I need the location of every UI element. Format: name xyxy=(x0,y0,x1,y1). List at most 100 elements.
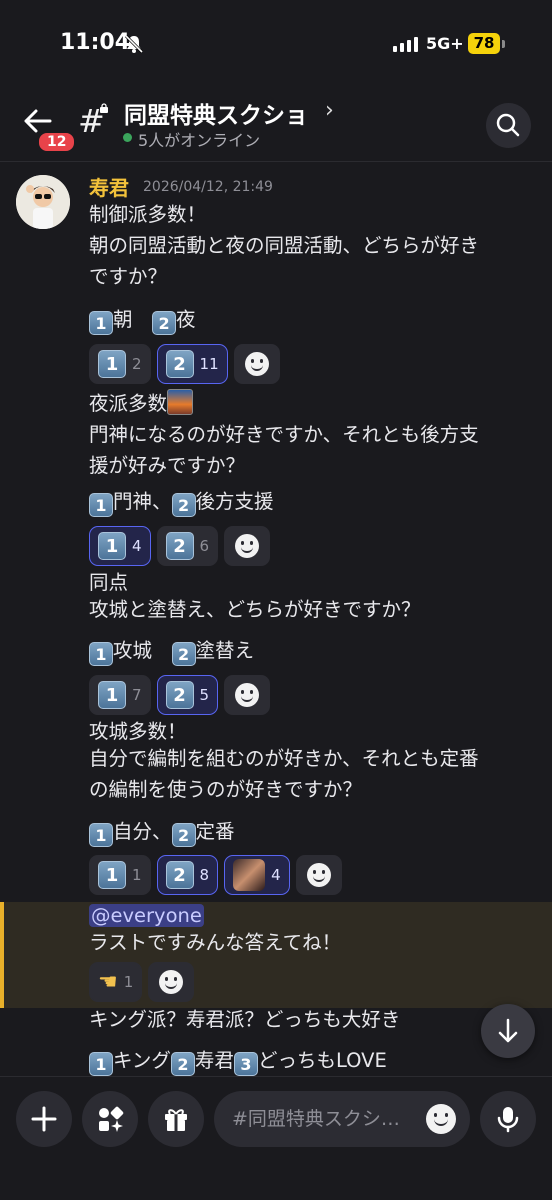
online-count: 5人がオンライン xyxy=(138,131,261,150)
gift-button[interactable] xyxy=(148,1091,204,1147)
reaction-count: 2 xyxy=(132,355,142,373)
everyone-mention[interactable]: @everyone xyxy=(89,904,204,927)
composer-bar xyxy=(0,1076,552,1200)
message-text: 援が好みですか？ xyxy=(89,454,246,477)
avatar[interactable] xyxy=(16,175,70,229)
reaction-keycap-2[interactable]: 26 xyxy=(156,526,219,566)
signal-icon xyxy=(393,36,418,52)
add-reaction-button[interactable] xyxy=(233,344,280,384)
option-text: 朝 xyxy=(113,308,133,331)
option-text: 門神、 xyxy=(113,490,172,513)
lock-icon xyxy=(100,103,108,113)
message-list[interactable]: 寿君 2026/04/12, 21:49 制御派多数！ 朝の同盟活動と夜の同盟活… xyxy=(0,162,552,1076)
message-input[interactable] xyxy=(232,1105,412,1133)
message-input-wrap xyxy=(214,1091,470,1147)
reaction-point-hand[interactable]: ☚ 1 xyxy=(89,962,143,1002)
poll-options: 1 攻城 2 塗替え xyxy=(89,636,254,666)
keycap-1-icon: 1 xyxy=(89,823,113,847)
keycap-2-icon: 2 xyxy=(165,350,194,378)
search-button[interactable] xyxy=(486,103,531,148)
reaction-count: 4 xyxy=(271,866,281,884)
reaction-count: 7 xyxy=(132,686,142,704)
unread-badge: 12 xyxy=(37,131,77,153)
author-name[interactable]: 寿君 xyxy=(89,172,129,201)
poll-options: 1 自分、 2 定番 xyxy=(89,817,235,847)
reaction-count: 1 xyxy=(132,866,142,884)
jump-to-bottom-button[interactable] xyxy=(481,1004,535,1058)
add-reaction-button[interactable] xyxy=(148,962,195,1002)
poll-options: 1 キング 2 寿君 3 どっちもLOVE xyxy=(89,1046,387,1076)
keycap-1-icon: 1 xyxy=(98,681,126,709)
keycap-1-icon: 1 xyxy=(98,861,126,889)
attach-button[interactable] xyxy=(16,1091,72,1147)
keycap-2-icon: 2 xyxy=(165,861,194,889)
message-text: 夜派多数 xyxy=(89,392,168,415)
message-text: キング派？寿君派？どっちも大好き xyxy=(89,1008,401,1031)
reaction-keycap-1[interactable]: 12 xyxy=(89,344,151,384)
message-text: 門神になるのが好きですか、それとも後方支 xyxy=(89,423,479,446)
timestamp: 2026/04/12, 21:49 xyxy=(143,179,273,195)
online-dot xyxy=(123,133,132,142)
message-text: 制御派多数！ xyxy=(89,203,207,226)
message-text: の編制を使うのが好きですか？ xyxy=(89,778,363,801)
keycap-2-icon: 2 xyxy=(171,493,196,517)
smile-icon xyxy=(235,683,260,707)
keycap-1-icon: 1 xyxy=(89,642,113,666)
keycap-1-icon: 1 xyxy=(98,532,126,560)
message-text: 夜派多数 xyxy=(89,389,194,419)
keycap-2-icon: 2 xyxy=(165,681,194,709)
message-text: ですか？ xyxy=(89,265,168,288)
smile-icon xyxy=(244,352,269,376)
reaction-keycap-2[interactable]: 25 xyxy=(156,675,219,715)
emoji-picker-button[interactable] xyxy=(426,1104,456,1134)
smile-icon xyxy=(235,534,260,558)
point-left-hand-icon: ☚ xyxy=(98,969,118,995)
reaction-custom-emoji[interactable]: 4 xyxy=(224,855,290,895)
option-text: 夜 xyxy=(176,308,196,331)
reaction-bar: ☚ 1 xyxy=(89,962,195,1002)
smile-icon xyxy=(159,970,184,994)
chevron-right-icon[interactable]: › xyxy=(325,98,334,123)
keycap-1-icon: 1 xyxy=(89,493,113,517)
message-text: 攻城と塗替え、どちらが好きですか？ xyxy=(89,598,421,621)
add-reaction-button[interactable] xyxy=(224,675,271,715)
reaction-count: 6 xyxy=(199,537,210,555)
message-text: ラストですみんな答えてね！ xyxy=(89,931,342,954)
smile-icon xyxy=(306,863,331,887)
add-reaction-button[interactable] xyxy=(295,855,342,895)
search-icon xyxy=(496,113,520,137)
apps-sparkle-icon xyxy=(99,1106,124,1132)
smile-icon xyxy=(426,1104,456,1134)
reaction-count: 8 xyxy=(199,866,210,884)
reaction-keycap-1[interactable]: 11 xyxy=(89,855,151,895)
arrow-down-icon xyxy=(498,1018,518,1043)
reaction-bar: 17 25 xyxy=(89,675,271,715)
reaction-keycap-2[interactable]: 28 xyxy=(156,855,219,895)
option-text: 攻城 xyxy=(113,639,153,662)
custom-emoji-icon xyxy=(233,859,266,891)
reaction-bar: 14 26 xyxy=(89,526,271,566)
message-text: 同点 xyxy=(89,571,129,594)
apps-button[interactable] xyxy=(82,1091,138,1147)
reaction-count: 1 xyxy=(123,973,134,991)
network-type: 5G+ xyxy=(426,34,464,53)
reaction-count: 11 xyxy=(199,355,219,373)
voice-message-button[interactable] xyxy=(480,1091,536,1147)
poll-options: 1 門神、 2 後方支援 xyxy=(89,487,274,517)
option-text: どっちもLOVE xyxy=(257,1049,387,1072)
reaction-count: 4 xyxy=(132,537,142,555)
keycap-1-icon: 1 xyxy=(98,350,126,378)
reaction-keycap-1[interactable]: 14 xyxy=(89,526,151,566)
reaction-keycap-2[interactable]: 2 11 xyxy=(156,344,228,384)
reaction-keycap-1[interactable]: 17 xyxy=(89,675,151,715)
option-text: キング xyxy=(113,1049,171,1072)
option-text: 自分、 xyxy=(113,820,172,843)
bridge-emoji-icon xyxy=(167,389,194,415)
message-text: 朝の同盟活動と夜の同盟活動、どちらが好き xyxy=(89,234,480,257)
channel-title[interactable]: 同盟特典スクショ xyxy=(124,96,308,130)
add-reaction-button[interactable] xyxy=(224,526,271,566)
microphone-icon xyxy=(497,1107,519,1133)
reaction-count: 5 xyxy=(199,686,210,704)
keycap-2-icon: 2 xyxy=(165,532,194,560)
keycap-3-icon: 3 xyxy=(233,1052,258,1076)
